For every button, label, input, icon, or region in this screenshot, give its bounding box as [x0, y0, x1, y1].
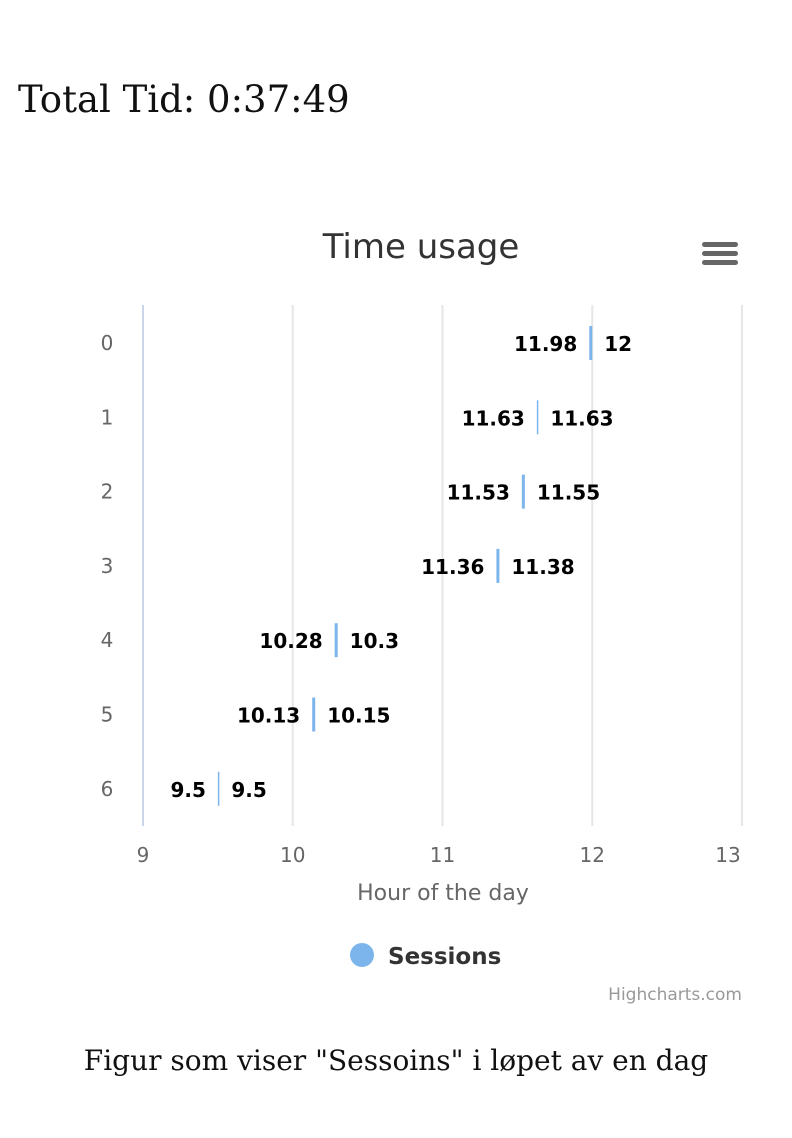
session-bar — [589, 326, 593, 360]
time-usage-chart: Time usage 0123456 9 10 11 12 13 11.98 1211.6… — [101, 227, 743, 970]
data-label-high: 10.15 — [327, 704, 390, 728]
menu-icon-bar — [702, 242, 738, 247]
category-label: 1 — [101, 405, 114, 429]
category-labels: 0 1 2 3 4 5 6 — [101, 331, 114, 801]
menu-icon-bar — [702, 251, 738, 256]
x-tick-label: 12 — [580, 843, 605, 867]
session-bar — [217, 771, 220, 806]
category-label: 6 — [101, 777, 114, 801]
session-bar — [536, 400, 539, 435]
data-label-low: 11.36 — [421, 555, 484, 579]
data-label-high: 12 — [604, 332, 632, 356]
tick-labels: 9 10 11 12 13 — [137, 843, 741, 867]
credits-link[interactable]: Highcharts.com — [608, 985, 742, 1005]
x-tick-label: 9 — [137, 843, 150, 867]
session-bar — [334, 623, 338, 658]
data-label-high: 9.5 — [231, 778, 266, 802]
chart-menu-button[interactable] — [700, 238, 740, 272]
figure-caption: Figur som viser "Sessoins" i løpet av en… — [83, 1044, 709, 1077]
data-label-high: 10.3 — [350, 629, 399, 653]
category-label: 2 — [101, 480, 114, 504]
data-label-low: 11.63 — [462, 406, 525, 430]
session-bar — [496, 548, 500, 583]
legend[interactable]: Sessions — [350, 943, 501, 970]
session-bar — [521, 474, 525, 509]
category-label: 4 — [101, 628, 114, 652]
session-bar — [312, 697, 316, 732]
data-label-low: 11.53 — [447, 481, 510, 505]
data-label-low: 10.13 — [237, 704, 300, 728]
chart-title: Time usage — [322, 227, 520, 267]
data-label-high: 11.55 — [537, 481, 600, 505]
legend-symbol — [350, 943, 374, 967]
x-tick-label: 13 — [715, 843, 740, 867]
menu-icon-bar — [702, 260, 738, 265]
x-axis-title: Hour of the day — [357, 881, 529, 906]
legend-item-sessions[interactable]: Sessions — [388, 944, 501, 970]
data-labels: 11.98 12 11.63 11.63 11.53 11.55 11.36 11.38 10.… — [170, 332, 632, 802]
data-label-low: 10.28 — [259, 629, 322, 653]
data-label-low: 11.98 — [514, 332, 577, 356]
category-label: 0 — [101, 331, 114, 355]
x-tick-label: 11 — [430, 843, 455, 867]
data-label-high: 11.63 — [550, 406, 613, 430]
data-label-high: 11.38 — [511, 555, 574, 579]
category-label: 5 — [101, 703, 114, 727]
x-tick-label: 10 — [280, 843, 305, 867]
category-label: 3 — [101, 554, 114, 578]
data-label-low: 9.5 — [170, 778, 205, 802]
